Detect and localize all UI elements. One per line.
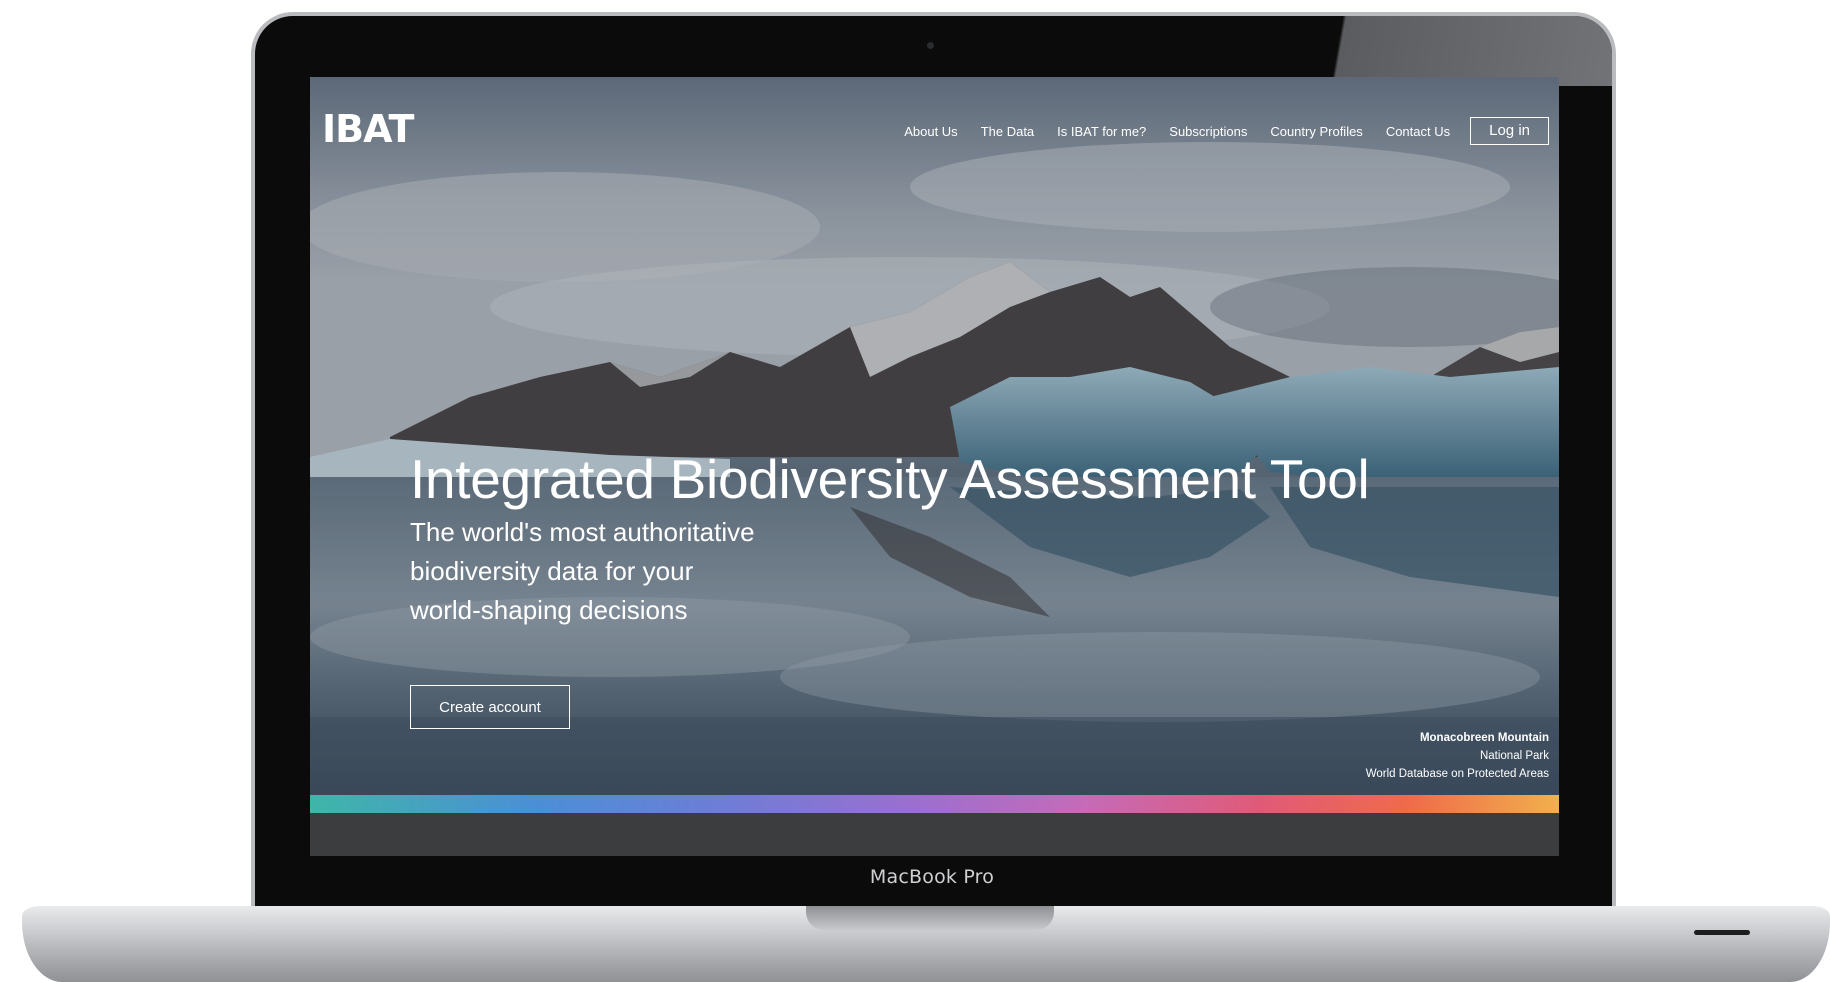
nav-contact-us[interactable]: Contact Us (1386, 124, 1450, 139)
model-label: MacBook Pro (869, 866, 995, 888)
hero-section: IBAT About Us The Data Is IBAT for me? S… (310, 77, 1559, 795)
laptop-opening-notch (806, 906, 1054, 930)
ibat-logo[interactable]: IBAT (322, 110, 414, 148)
main-nav: About Us The Data Is IBAT for me? Subscr… (881, 117, 1549, 145)
login-button[interactable]: Log in (1470, 117, 1549, 145)
nav-about-us[interactable]: About Us (904, 124, 957, 139)
caption-line-2: National Park (1479, 750, 1549, 762)
create-account-button[interactable]: Create account (410, 685, 570, 729)
lid-glare (1312, 16, 1612, 86)
hero-subtitle: The world's most authoritative biodivers… (410, 517, 755, 625)
caption-line-3: World Database on Protected Areas (1365, 768, 1549, 780)
webcam (927, 42, 934, 49)
laptop-mockup: IBAT About Us The Data Is IBAT for me? S… (0, 0, 1830, 982)
nav-the-data[interactable]: The Data (981, 124, 1034, 139)
caption-title: Monacobreen Mountain (1419, 732, 1549, 744)
nav-subscriptions[interactable]: Subscriptions (1169, 124, 1247, 139)
laptop-screen: IBAT About Us The Data Is IBAT for me? S… (310, 77, 1559, 856)
hero-title: Integrated Biodiversity Assessment Tool (410, 448, 1370, 510)
below-fold-area (310, 813, 1559, 856)
accent-gradient-bar (310, 795, 1559, 813)
laptop-indicator-slot (1694, 930, 1750, 935)
photo-caption: Monacobreen Mountain National Park World… (1366, 729, 1549, 783)
nav-country-profiles[interactable]: Country Profiles (1270, 124, 1362, 139)
nav-is-ibat-for-me[interactable]: Is IBAT for me? (1057, 124, 1146, 139)
